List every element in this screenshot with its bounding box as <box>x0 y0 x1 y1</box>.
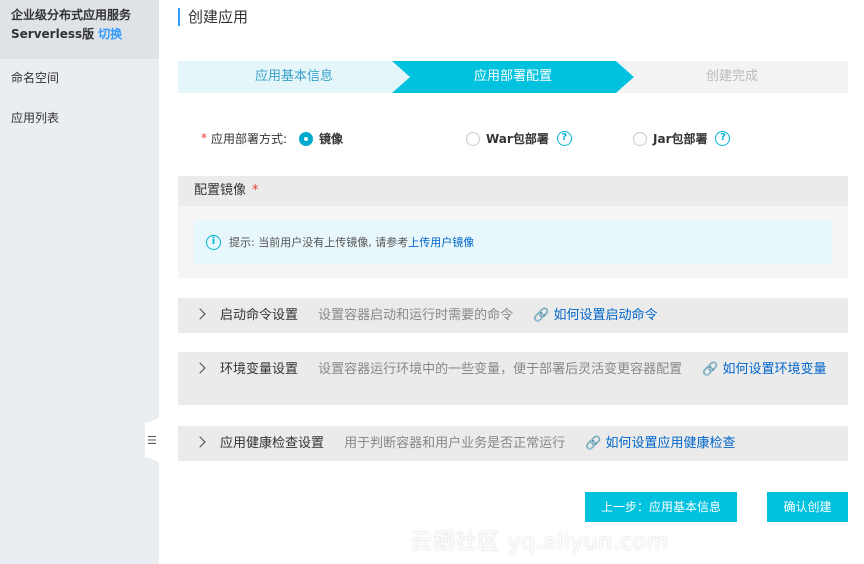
link-icon: 🔗 <box>585 436 602 451</box>
deploy-method-row: * 应用部署方式: 镜像 War包部署 ? Jar包部署 ? <box>201 128 821 148</box>
page-title: 创建应用 <box>178 8 248 26</box>
previous-step-button[interactable]: 上一步：应用基本信息 <box>585 492 737 522</box>
upload-image-link[interactable]: 上传用户镜像 <box>408 234 474 250</box>
step-basic-info: 应用基本信息 <box>178 61 410 93</box>
radio-option-jar[interactable]: Jar包部署 ? <box>633 130 731 147</box>
radio-option-image[interactable]: 镜像 <box>299 130 343 147</box>
help-link[interactable]: 🔗 如何设置环境变量 <box>702 362 826 377</box>
deploy-method-label: 应用部署方式: <box>211 131 288 146</box>
product-edition: Serverless版 切换 <box>11 24 159 44</box>
sidebar-header: 企业级分布式应用服务 Serverless版 切换 <box>0 0 159 59</box>
chevron-right-icon <box>194 362 206 374</box>
radio-jar-label: Jar包部署 <box>653 132 708 146</box>
watermark: 云栖社区 yq.aliyun.com <box>410 530 669 555</box>
section-desc: 用于判断容器和用户业务是否正常运行 <box>344 436 566 451</box>
section-health-check[interactable]: 应用健康检查设置 用于判断容器和用户业务是否正常运行 🔗 如何设置应用健康检查 <box>178 426 848 461</box>
switch-link[interactable]: 切换 <box>98 27 122 41</box>
section-title: 应用健康检查设置 <box>220 436 325 451</box>
product-title: 企业级分布式应用服务 <box>11 8 132 22</box>
radio-image-label: 镜像 <box>319 132 344 146</box>
tip-text: 提示: 当前用户没有上传镜像, 请参考 <box>229 236 409 249</box>
config-image-header: 配置镜像 * <box>178 176 848 206</box>
help-icon[interactable]: ? <box>715 131 731 146</box>
help-link-label: 如何设置环境变量 <box>722 362 827 377</box>
sidebar-collapse-handle[interactable]: ☰ <box>145 418 159 462</box>
step-complete: 创建完成 <box>616 61 848 93</box>
sidebar-item-namespace[interactable]: 命名空间 <box>0 59 159 99</box>
radio-option-war[interactable]: War包部署 ? <box>466 130 572 147</box>
no-image-tip: i 提示: 当前用户没有上传镜像, 请参考 上传用户镜像 <box>194 220 832 264</box>
radio-war-label: War包部署 <box>486 132 549 146</box>
help-icon[interactable]: ? <box>556 131 572 146</box>
section-env-vars[interactable]: 环境变量设置 设置容器运行环境中的一些变量，便于部署后灵活变更容器配置 🔗 如何设… <box>178 352 848 405</box>
info-icon: i <box>206 234 221 250</box>
section-startup-command[interactable]: 启动命令设置 设置容器启动和运行时需要的命令 🔗 如何设置启动命令 <box>178 298 848 333</box>
section-title: 环境变量设置 <box>220 362 299 377</box>
required-mark: * <box>252 183 259 198</box>
chevron-right-icon <box>194 308 206 320</box>
main-content: 创建应用 应用基本信息 应用部署配置 创建完成 * 应用部署方式: 镜像 War… <box>159 0 864 564</box>
radio-jar[interactable] <box>633 131 647 146</box>
chevron-right-icon <box>194 436 206 448</box>
edition-label: Serverless版 <box>11 27 95 41</box>
radio-war[interactable] <box>466 131 480 146</box>
config-image-title: 配置镜像 <box>194 183 247 198</box>
section-desc: 设置容器运行环境中的一些变量，便于部署后灵活变更容器配置 <box>318 362 683 377</box>
help-link[interactable]: 🔗 如何设置启动命令 <box>533 308 657 323</box>
required-mark: * <box>201 131 207 145</box>
sidebar-item-app-list[interactable]: 应用列表 <box>0 99 159 139</box>
menu-icon: ☰ <box>147 433 157 447</box>
section-title: 启动命令设置 <box>220 308 299 323</box>
link-icon: 🔗 <box>702 362 719 377</box>
link-icon: 🔗 <box>533 308 550 323</box>
help-link-label: 如何设置应用健康检查 <box>605 436 736 451</box>
help-link-label: 如何设置启动命令 <box>553 308 658 323</box>
config-image-panel: 配置镜像 * i 提示: 当前用户没有上传镜像, 请参考 上传用户镜像 <box>178 176 848 278</box>
confirm-create-button[interactable]: 确认创建 <box>767 492 848 522</box>
help-link[interactable]: 🔗 如何设置应用健康检查 <box>585 436 735 451</box>
radio-image[interactable] <box>299 131 313 146</box>
step-indicator: 应用基本信息 应用部署配置 创建完成 <box>178 61 848 93</box>
step-deploy-config: 应用部署配置 <box>392 61 634 93</box>
section-desc: 设置容器启动和运行时需要的命令 <box>318 308 514 323</box>
sidebar: 企业级分布式应用服务 Serverless版 切换 命名空间 应用列表 ☰ <box>0 0 159 564</box>
app-window: 企业级分布式应用服务 Serverless版 切换 命名空间 应用列表 ☰ 创建应… <box>0 0 864 564</box>
